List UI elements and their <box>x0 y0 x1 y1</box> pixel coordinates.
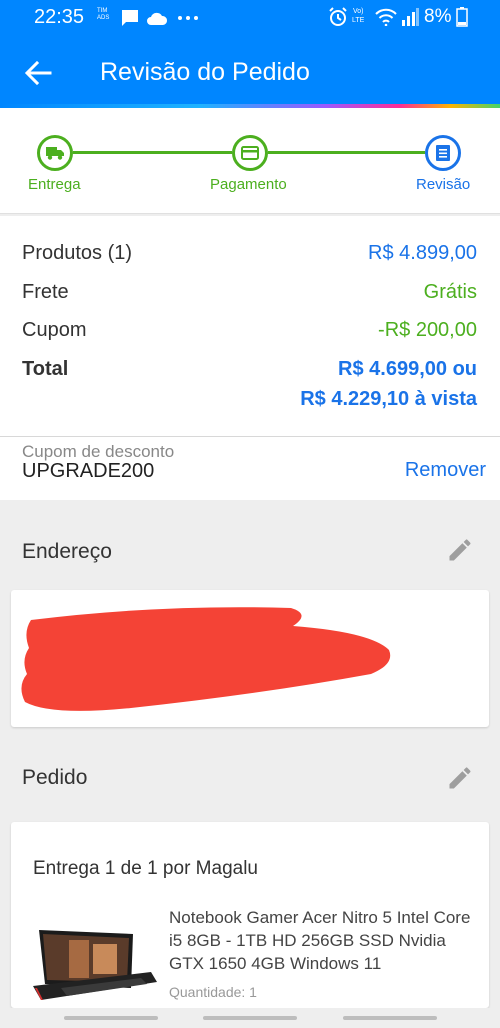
remove-coupon-button[interactable]: Remover <box>405 459 486 482</box>
coupon-field-label: Cupom de desconto <box>22 442 175 461</box>
status-time: 22:35 <box>34 6 85 28</box>
arrow-left-icon <box>24 60 52 86</box>
product-image[interactable] <box>31 926 159 1004</box>
coupon-discount-label: Cupom <box>22 319 87 341</box>
wifi-icon <box>375 8 397 26</box>
card-icon <box>241 146 259 160</box>
coupon-field: Cupom de desconto UPGRADE200 Remover <box>0 436 500 500</box>
product-name[interactable]: Notebook Gamer Acer Nitro 5 Intel Core i… <box>169 906 479 975</box>
step-entrega[interactable] <box>37 135 73 171</box>
order-section-title: Pedido <box>22 766 88 789</box>
order-summary: Produtos (1) R$ 4.899,00 Frete Grátis Cu… <box>0 216 500 436</box>
total-value-installments: R$ 4.699,00 ou <box>338 358 477 380</box>
battery-level: 8% <box>424 6 452 27</box>
system-nav-bar <box>0 1008 500 1028</box>
volte-top: Vo) <box>353 8 364 15</box>
page-title: Revisão do Pedido <box>100 58 310 86</box>
document-icon <box>436 145 450 161</box>
address-section-title: Endereço <box>22 540 112 563</box>
nav-recents-button[interactable] <box>64 1016 158 1020</box>
address-card[interactable] <box>11 590 489 727</box>
total-value-cash: R$ 4.229,10 à vista <box>300 388 477 410</box>
step-connector <box>268 151 425 154</box>
coupon-discount-value: -R$ 200,00 <box>378 319 477 341</box>
step-label-revisao: Revisão <box>416 176 471 193</box>
delivery-title: Entrega 1 de 1 por Magalu <box>33 858 258 879</box>
nav-back-button[interactable] <box>343 1016 437 1020</box>
redacted-address <box>21 607 391 711</box>
coupon-code: UPGRADE200 <box>22 460 155 482</box>
product-quantity: Quantidade: 1 <box>169 984 257 1000</box>
step-connector <box>73 151 232 154</box>
message-icon <box>122 10 138 26</box>
cloud-icon <box>147 12 168 25</box>
alarm-icon <box>329 7 347 26</box>
step-pagamento[interactable] <box>232 135 268 171</box>
back-button[interactable] <box>22 58 56 88</box>
checkout-stepper: Entrega Pagamento Revisão <box>0 108 500 214</box>
products-value: R$ 4.899,00 <box>368 242 477 264</box>
order-card: Entrega 1 de 1 por Magalu Notebook Gamer… <box>11 822 489 1008</box>
status-bar: 22:35 TIM ADS Vo) LTE 8% <box>0 0 500 34</box>
total-label: Total <box>22 358 69 380</box>
step-revisao[interactable] <box>425 135 461 171</box>
app-header: 22:35 TIM ADS Vo) LTE 8% Revisão do Pedi… <box>0 0 500 109</box>
volte-bottom: LTE <box>352 17 365 24</box>
step-label-entrega: Entrega <box>28 176 81 193</box>
edit-address-icon[interactable] <box>446 536 474 564</box>
shipping-label: Frete <box>22 281 69 303</box>
sim-indicator-icon: TIM ADS <box>97 8 110 21</box>
battery-icon <box>456 7 468 27</box>
truck-icon <box>46 147 64 160</box>
edit-order-icon[interactable] <box>446 764 474 792</box>
more-icon <box>178 16 198 20</box>
shipping-value: Grátis <box>423 281 477 303</box>
step-label-pagamento: Pagamento <box>210 176 287 193</box>
nav-home-button[interactable] <box>203 1016 297 1020</box>
signal-icon <box>402 8 419 26</box>
products-label: Produtos (1) <box>22 242 133 264</box>
